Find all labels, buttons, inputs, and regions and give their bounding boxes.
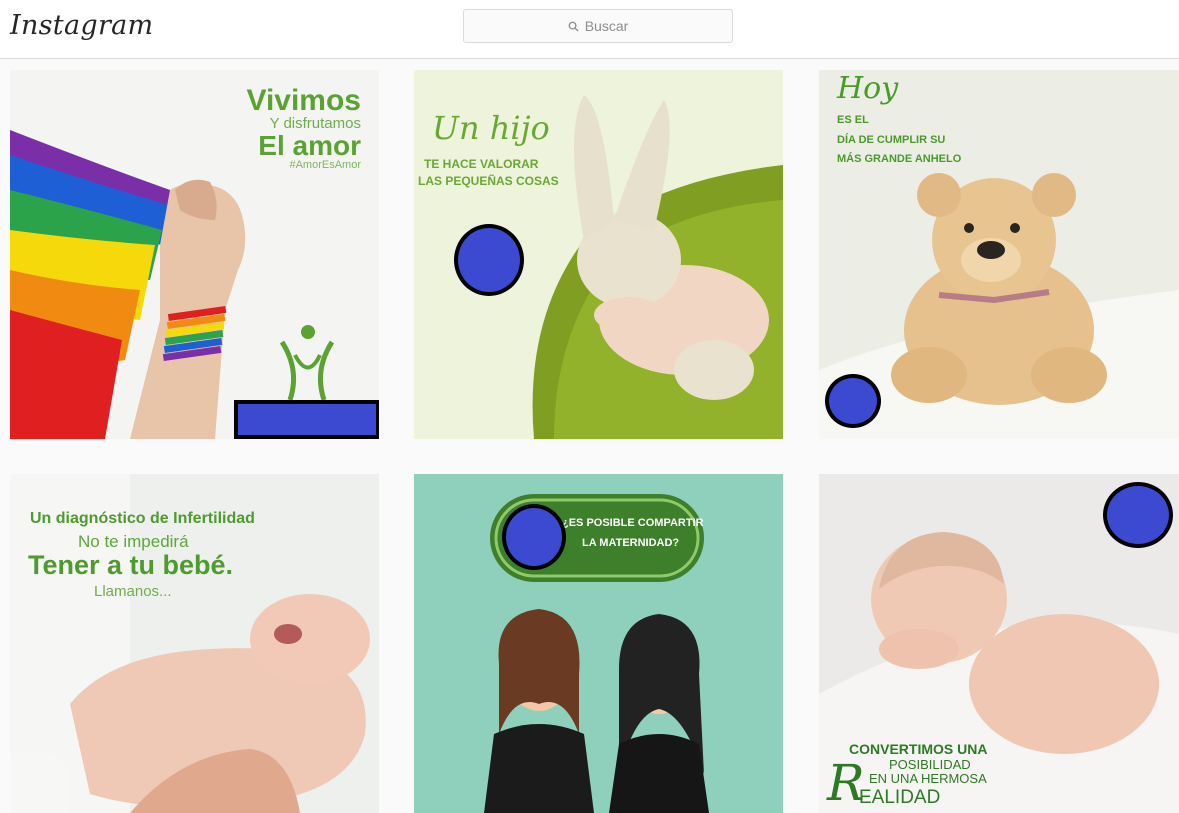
caption-line: LA MATERNIDAD? (582, 537, 680, 549)
caption-line: DÍA DE CUMPLIR SU (837, 134, 946, 146)
post-tile-un-hijo[interactable]: Un hijo TE HACE VALORAR LAS PEQUEÑAS COS… (414, 70, 783, 439)
caption-line: Un hijo (432, 109, 550, 147)
caption-line: TE HACE VALORAR (424, 157, 539, 171)
caption-line: CONVERTIMOS UNA (849, 741, 988, 757)
search-icon (568, 21, 579, 32)
caption-line: Hoy (837, 71, 899, 106)
search-placeholder: Buscar (584, 18, 629, 34)
caption-line: LAS PEQUEÑAS COSAS (418, 174, 559, 188)
caption-line: Vivimos (246, 84, 361, 117)
caption-line: Un diagnóstico de Infertilidad (30, 510, 255, 527)
caption-line: MÁS GRANDE ANHELO (837, 153, 962, 165)
redaction-marker (825, 374, 881, 428)
caption-line: EN UNA HERMOSA (869, 771, 987, 786)
post-tile-amor[interactable]: Vivimos Y disfrutamos El amor #AmorEsAmo… (10, 70, 379, 439)
caption-line: Llamanos... (94, 583, 172, 600)
post-tile-hoy[interactable]: Hoy ES EL DÍA DE CUMPLIR SU MÁS GRANDE A… (819, 70, 1179, 439)
post-tile-infertilidad[interactable]: Un diagnóstico de Infertilidad No te imp… (10, 474, 379, 813)
post-tile-realidad[interactable]: CONVERTIMOS UNA POSIBILIDAD EN UNA HERMO… (819, 474, 1179, 813)
caption-line: El amor (258, 130, 361, 161)
caption-line: #AmorEsAmor (289, 159, 361, 171)
caption-line: ES EL (837, 114, 869, 126)
search-input[interactable]: Buscar (463, 9, 733, 43)
post-tile-maternidad[interactable]: ¿ES POSIBLE COMPARTIR LA MATERNIDAD? (414, 474, 783, 813)
caption-line: POSIBILIDAD (889, 757, 971, 772)
redaction-marker (454, 224, 524, 296)
redaction-marker (1103, 482, 1173, 548)
top-nav-bar: Instagram Buscar (0, 0, 1179, 59)
caption-line: R (827, 754, 865, 812)
caption-line: ¿ES POSIBLE COMPARTIR (562, 517, 704, 529)
redaction-marker (502, 504, 566, 570)
caption-line: Tener a tu bebé. (28, 550, 234, 580)
caption-line: No te impedirá (78, 532, 189, 551)
instagram-logo[interactable]: Instagram (10, 10, 153, 41)
caption-line: Y disfrutamos (269, 115, 361, 132)
caption-line: EALIDAD (859, 787, 941, 808)
redaction-marker (234, 400, 379, 439)
